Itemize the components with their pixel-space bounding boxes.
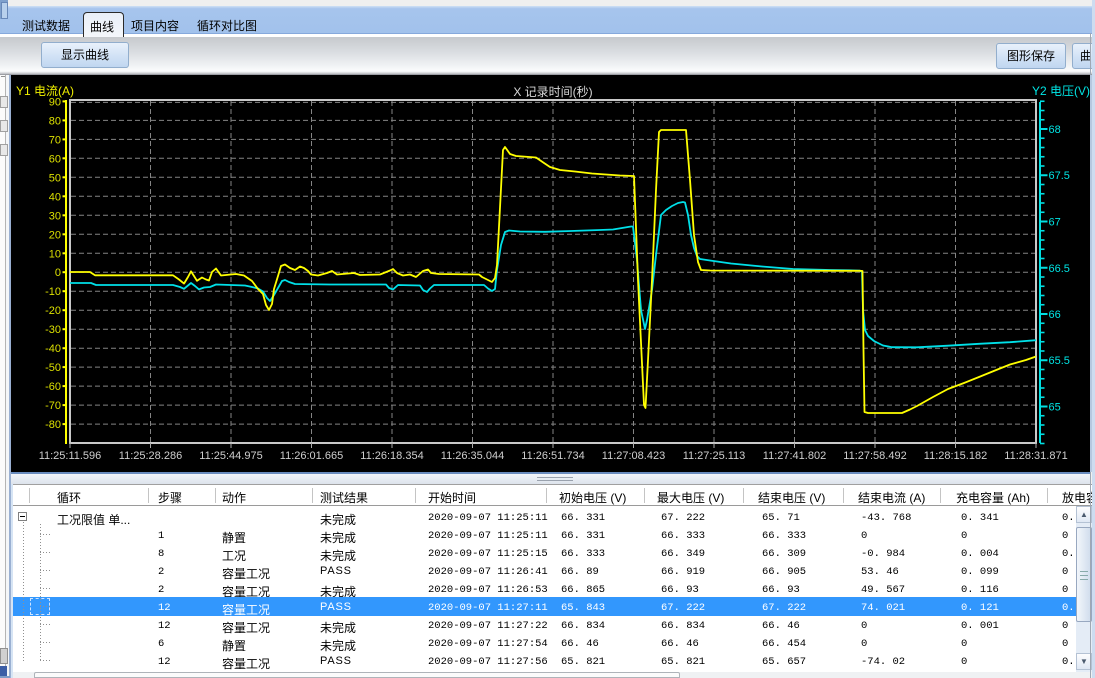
svg-text:-50: -50	[45, 362, 61, 374]
svg-text:11:27:41.802: 11:27:41.802	[763, 450, 826, 462]
svg-text:0: 0	[55, 267, 61, 279]
svg-text:11:26:01.665: 11:26:01.665	[280, 450, 343, 462]
svg-text:66: 66	[1049, 309, 1061, 321]
svg-text:11:25:28.286: 11:25:28.286	[119, 450, 182, 462]
svg-text:11:27:08.423: 11:27:08.423	[602, 450, 665, 462]
svg-text:90: 90	[49, 96, 61, 108]
svg-text:67.5: 67.5	[1049, 170, 1070, 182]
svg-text:11:25:11.596: 11:25:11.596	[39, 450, 102, 462]
svg-text:67: 67	[1049, 217, 1061, 229]
svg-text:-70: -70	[45, 400, 61, 412]
svg-text:65: 65	[1049, 402, 1061, 414]
svg-text:11:27:58.492: 11:27:58.492	[843, 450, 906, 462]
svg-text:65.5: 65.5	[1049, 355, 1070, 367]
svg-text:20: 20	[49, 229, 61, 241]
svg-text:60: 60	[49, 153, 61, 165]
svg-text:80: 80	[49, 115, 61, 127]
svg-text:Y1 电流(A): Y1 电流(A)	[16, 84, 74, 98]
svg-text:11:26:51.734: 11:26:51.734	[521, 450, 584, 462]
svg-text:11:26:35.044: 11:26:35.044	[441, 450, 504, 462]
svg-text:70: 70	[49, 134, 61, 146]
svg-text:68: 68	[1049, 124, 1061, 136]
svg-text:Y2 电压(V): Y2 电压(V)	[1032, 84, 1090, 98]
svg-text:40: 40	[49, 191, 61, 203]
svg-text:11:28:31.871: 11:28:31.871	[1004, 450, 1067, 462]
svg-text:11:28:15.182: 11:28:15.182	[924, 450, 987, 462]
svg-text:-60: -60	[45, 381, 61, 393]
svg-text:10: 10	[49, 248, 61, 260]
svg-text:11:27:25.113: 11:27:25.113	[683, 450, 746, 462]
svg-text:66.5: 66.5	[1049, 263, 1070, 275]
svg-text:-10: -10	[45, 286, 61, 298]
svg-text:-40: -40	[45, 343, 61, 355]
svg-text:11:26:18.354: 11:26:18.354	[360, 450, 423, 462]
svg-text:-20: -20	[45, 305, 61, 317]
svg-text:X 记录时间(秒): X 记录时间(秒)	[513, 85, 592, 99]
svg-text:50: 50	[49, 172, 61, 184]
svg-text:11:25:44.975: 11:25:44.975	[199, 450, 262, 462]
svg-text:-80: -80	[45, 419, 61, 431]
svg-text:-30: -30	[45, 324, 61, 336]
svg-text:30: 30	[49, 210, 61, 222]
